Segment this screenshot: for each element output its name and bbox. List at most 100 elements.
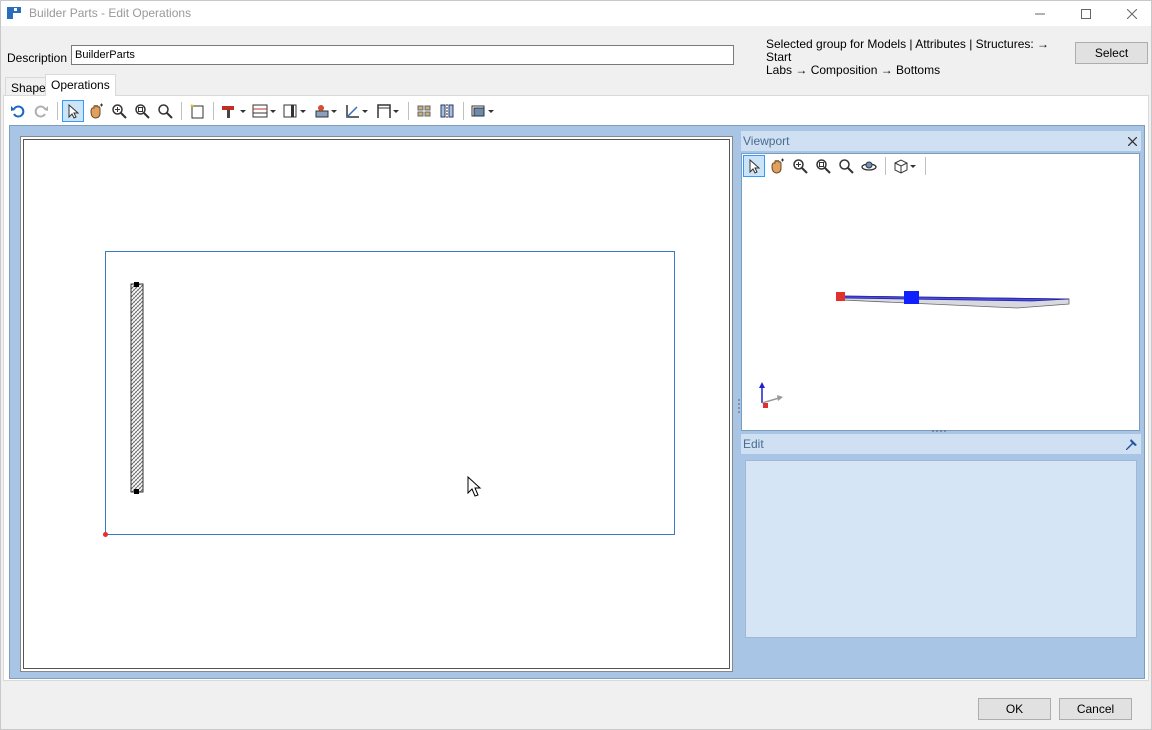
viewport-zoom-in-button[interactable] [789, 155, 811, 177]
drawing-canvas-svg [103, 251, 675, 537]
tab-operations[interactable]: Operations [45, 74, 116, 96]
toolbar-separator [885, 157, 886, 175]
array-button[interactable] [413, 100, 435, 122]
viewport-orbit-button[interactable] [858, 155, 880, 177]
drill-icon [222, 106, 246, 118]
toolbar-separator [57, 102, 58, 120]
description-input[interactable] [71, 45, 734, 65]
new-note-button[interactable] [186, 100, 208, 122]
viewport-title: Viewport [743, 134, 790, 148]
description-label: Description [7, 51, 68, 65]
viewport-scene [759, 291, 1070, 408]
zoom-out-icon [158, 104, 173, 119]
edit-operations-window: Builder Parts - Edit Operations Descript… [0, 0, 1152, 730]
part-3d-handle [904, 291, 919, 304]
zoom-in-icon [793, 159, 808, 174]
zoom-out-button[interactable] [154, 100, 176, 122]
pocket-dropdown[interactable] [280, 100, 310, 122]
slot-dropdown[interactable] [249, 100, 279, 122]
drawing-canvas-frame [20, 136, 733, 672]
measure-dropdown[interactable] [342, 100, 372, 122]
new-note-icon [190, 104, 204, 119]
redo-button[interactable] [30, 100, 52, 122]
maximize-icon [1081, 8, 1091, 19]
viewport-close-button[interactable] [1127, 132, 1138, 149]
toolbar-separator [181, 102, 182, 120]
array-icon [417, 105, 431, 117]
undo-icon [11, 105, 25, 118]
ok-button[interactable]: OK [978, 698, 1051, 720]
viewport-3d[interactable] [741, 153, 1140, 431]
zoom-out-icon [839, 159, 854, 174]
view-dropdown[interactable] [468, 100, 498, 122]
tool-dropdown[interactable] [311, 100, 341, 122]
measure-icon [346, 105, 368, 118]
pointer-icon [68, 103, 80, 119]
slot-icon [252, 104, 276, 118]
toolbar-separator [925, 157, 926, 175]
edit-panel: Edit [741, 430, 1141, 674]
part-operation-slot[interactable] [130, 283, 144, 493]
align-button[interactable] [436, 100, 458, 122]
viewport-pointer-button[interactable] [743, 155, 765, 177]
origin-marker [103, 532, 108, 537]
close-icon [1127, 8, 1137, 19]
pan-icon [90, 103, 103, 119]
edit-header: Edit [741, 434, 1141, 454]
pan-icon [771, 158, 784, 174]
viewport-pan-button[interactable] [766, 155, 788, 177]
view-icon [471, 105, 494, 117]
cancel-button[interactable]: Cancel [1059, 698, 1132, 720]
viewport-header: Viewport [741, 131, 1141, 151]
zoom-extents-icon [816, 159, 831, 174]
align-icon [440, 104, 454, 118]
minimize-button[interactable] [1017, 1, 1063, 26]
selected-group-info: Selected group for Models | Attributes |… [766, 38, 1071, 77]
operations-toolbar [7, 99, 1147, 123]
undo-button[interactable] [7, 100, 29, 122]
select-button[interactable]: Select [1075, 42, 1148, 64]
slot-top-handle[interactable] [134, 282, 139, 287]
work-area: Viewport Edit [9, 125, 1145, 679]
orbit-icon [861, 161, 877, 171]
edit-properties-area[interactable] [745, 460, 1137, 638]
selected-group-line-2: Labs → Composition → Bottoms [766, 63, 941, 77]
zoom-extents-button[interactable] [131, 100, 153, 122]
toolbar-separator [463, 102, 464, 120]
drill-dropdown[interactable] [218, 100, 248, 122]
drawing-canvas[interactable] [23, 139, 730, 669]
pin-icon [1125, 439, 1137, 451]
close-icon [1127, 136, 1138, 147]
gauge-icon [377, 104, 399, 118]
viewport-zoom-extents-button[interactable] [812, 155, 834, 177]
viewport-panel: Viewport [741, 131, 1141, 431]
part-outline[interactable] [105, 251, 675, 535]
zoom-extents-icon [135, 104, 150, 119]
viewport-zoom-out-button[interactable] [835, 155, 857, 177]
title-bar: Builder Parts - Edit Operations [1, 1, 1151, 26]
maximize-button[interactable] [1063, 1, 1109, 26]
gauge-dropdown[interactable] [373, 100, 403, 122]
viewport-view-cube-dropdown[interactable] [890, 155, 920, 177]
close-button[interactable] [1109, 1, 1152, 26]
edit-pin-button[interactable] [1125, 435, 1137, 453]
edit-title: Edit [743, 437, 764, 451]
slot-bottom-handle[interactable] [134, 489, 139, 494]
mouse-cursor-icon [467, 475, 482, 497]
selected-group-line-1: Selected group for Models | Attributes |… [766, 37, 1050, 64]
toolbar-separator [408, 102, 409, 120]
window-title: Builder Parts - Edit Operations [29, 6, 192, 20]
tool-icon [315, 105, 337, 118]
view-cube-icon [894, 159, 916, 174]
zoom-in-button[interactable] [108, 100, 130, 122]
axis-triad-icon [759, 382, 783, 408]
viewport-toolbar [742, 154, 1139, 178]
redo-icon [34, 105, 48, 118]
pocket-icon [283, 104, 306, 118]
toolbar-separator [213, 102, 214, 120]
minimize-icon [1035, 13, 1045, 14]
app-logo-icon [7, 7, 21, 19]
pointer-button[interactable] [62, 100, 84, 122]
pan-button[interactable] [85, 100, 107, 122]
origin-marker-3d [836, 292, 845, 301]
